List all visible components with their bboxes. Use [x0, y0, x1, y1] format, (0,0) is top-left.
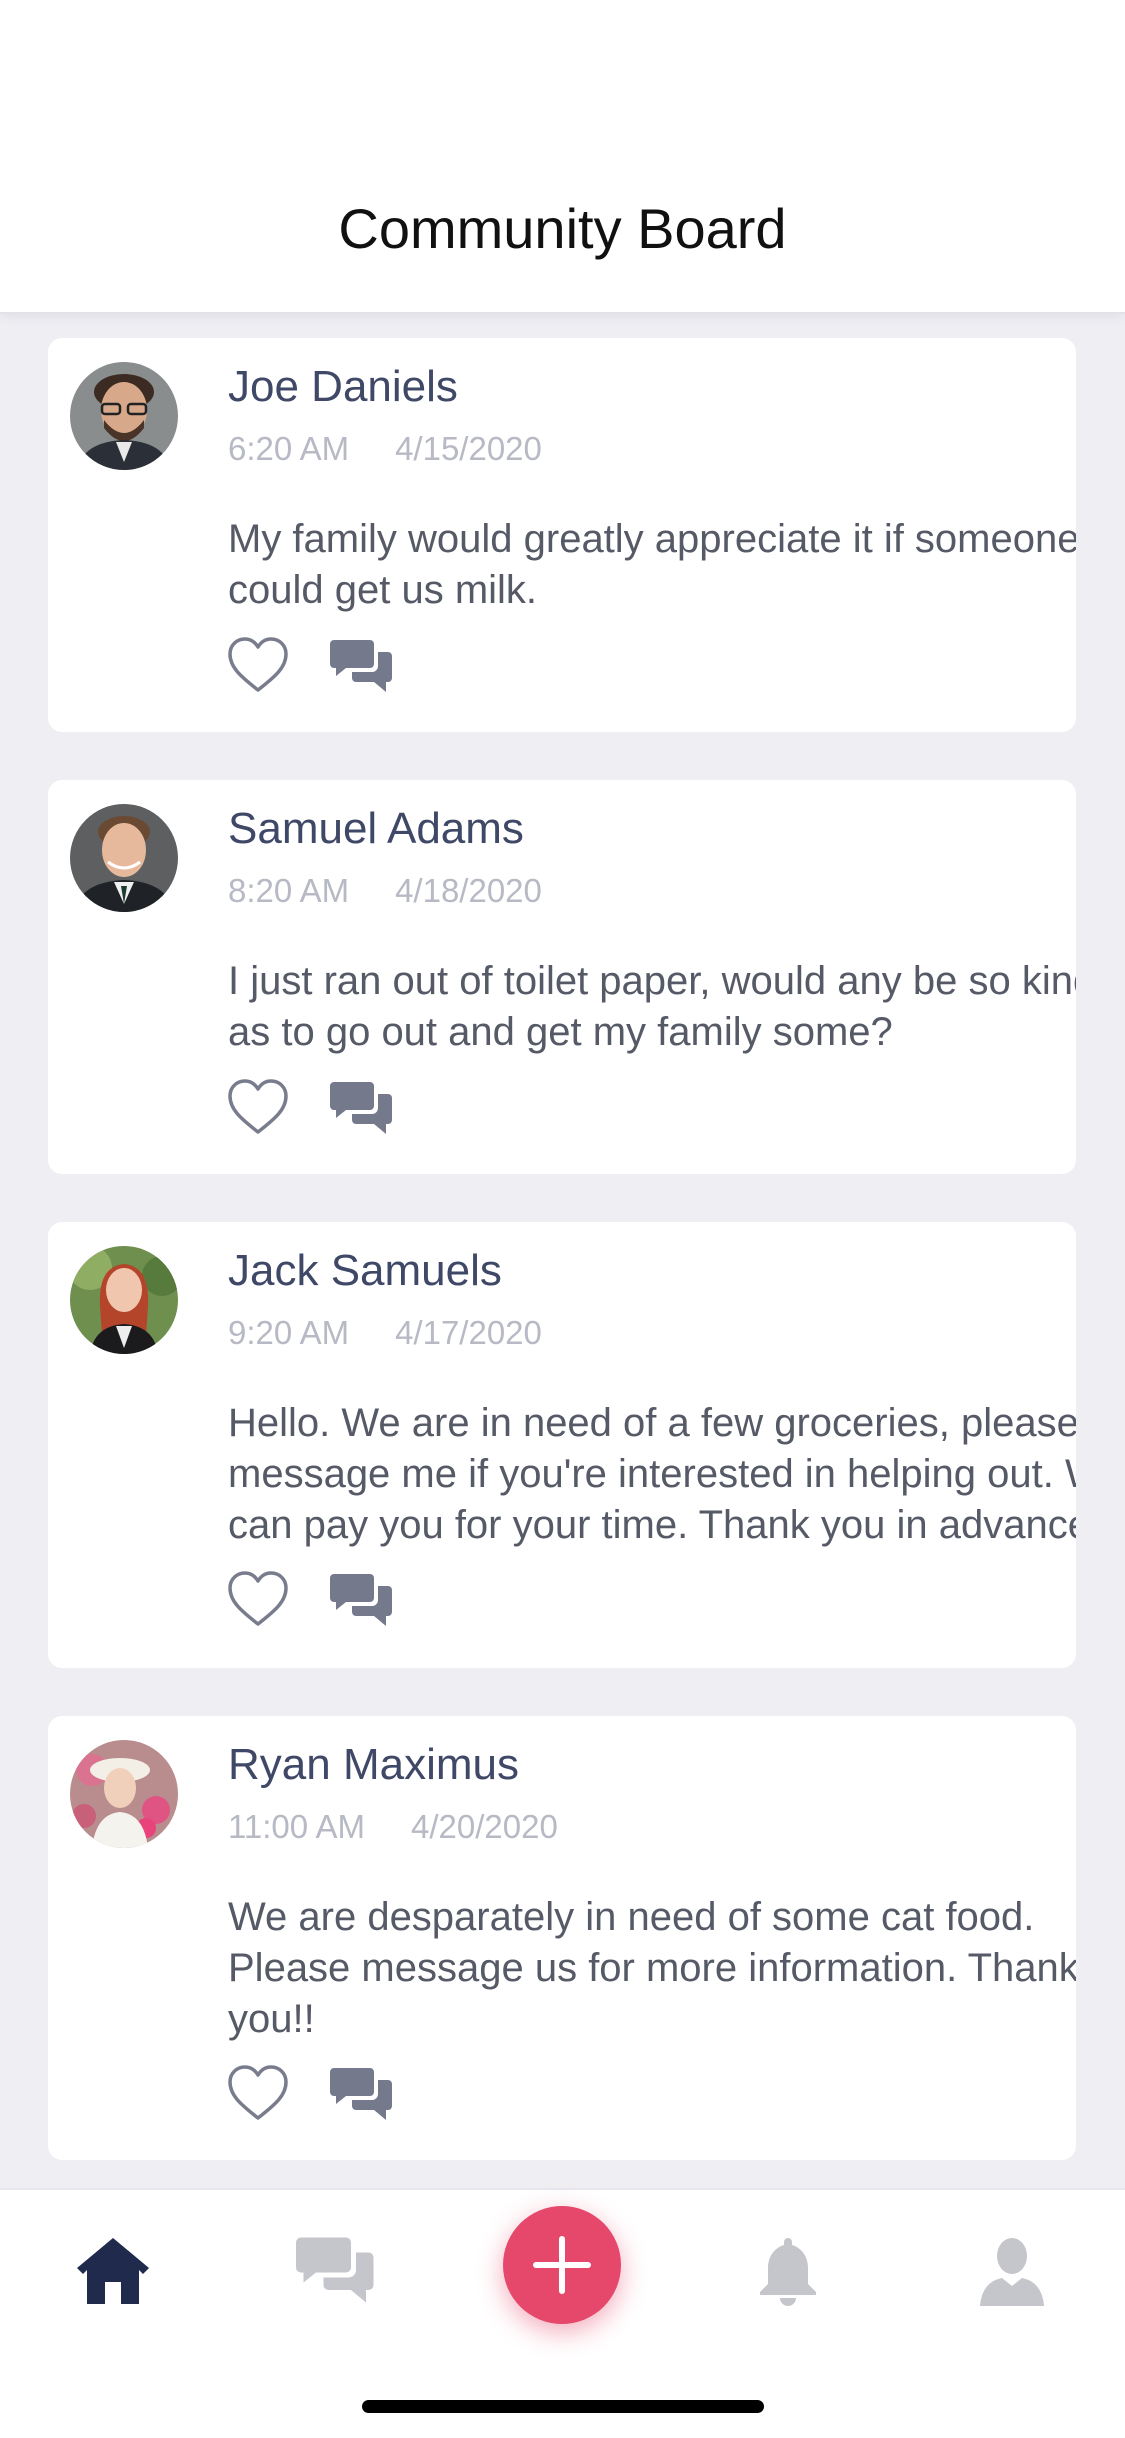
like-button[interactable]	[226, 1076, 290, 1140]
chat-bubbles-icon	[330, 1082, 392, 1134]
avatar[interactable]	[70, 1246, 178, 1354]
post-actions	[226, 1076, 426, 1140]
post-actions	[226, 2062, 426, 2126]
comment-button[interactable]	[330, 2062, 394, 2126]
post-date: 4/17/2020	[395, 1314, 542, 1351]
post-time: 9:20 AM	[228, 1314, 350, 1351]
home-indicator[interactable]	[362, 2400, 764, 2413]
tab-home[interactable]	[73, 2230, 153, 2310]
post-timestamp: 6:20 AM 4/15/2020	[228, 430, 542, 468]
post-timestamp: 9:20 AM 4/17/2020	[228, 1314, 542, 1352]
bell-icon	[760, 2238, 816, 2306]
post-body: My family would greatly appreciate it if…	[228, 517, 1076, 612]
home-icon	[77, 2238, 149, 2304]
post-card[interactable]: Jack Samuels 9:20 AM 4/17/2020 Hello. We …	[48, 1222, 1076, 1668]
post-card[interactable]: Joe Daniels 6:20 AM 4/15/2020 My family w…	[48, 338, 1076, 732]
heart-outline-icon	[228, 1571, 288, 1626]
post-actions	[226, 634, 426, 698]
post-author-name[interactable]: Samuel Adams	[228, 804, 524, 854]
post-actions	[226, 1568, 426, 1632]
heart-outline-icon	[228, 1079, 288, 1134]
post-date: 4/15/2020	[395, 430, 542, 467]
like-button[interactable]	[226, 1568, 290, 1632]
like-button[interactable]	[226, 2062, 290, 2126]
tab-profile[interactable]	[972, 2230, 1052, 2310]
post-timestamp: 8:20 AM 4/18/2020	[228, 872, 542, 910]
avatar[interactable]	[70, 1740, 178, 1848]
post-timestamp: 11:00 AM 4/20/2020	[228, 1808, 558, 1846]
post-author-name[interactable]: Joe Daniels	[228, 362, 458, 412]
chat-bubbles-icon	[330, 1574, 392, 1626]
post-feed[interactable]: Joe Daniels 6:20 AM 4/15/2020 My family w…	[0, 312, 1125, 2188]
post-card[interactable]: Ryan Maximus 11:00 AM 4/20/2020 We are de…	[48, 1716, 1076, 2160]
page-title: Community Board	[338, 197, 787, 260]
post-time: 6:20 AM	[228, 430, 350, 467]
post-time: 8:20 AM	[228, 872, 350, 909]
post-author-name[interactable]: Jack Samuels	[228, 1246, 502, 1296]
post-body: I just ran out of toilet paper, would an…	[228, 959, 1076, 1054]
chat-bubbles-icon	[330, 640, 392, 692]
post-body: We are desparately in need of some cat f…	[228, 1895, 1076, 2041]
avatar[interactable]	[70, 804, 178, 912]
bottom-tab-bar	[0, 2188, 1125, 2438]
post-card[interactable]: Samuel Adams 8:20 AM 4/18/2020 I just ran…	[48, 780, 1076, 1174]
comment-button[interactable]	[330, 1568, 394, 1632]
tab-notifications[interactable]	[748, 2230, 828, 2310]
like-button[interactable]	[226, 634, 290, 698]
chat-bubbles-icon	[330, 2068, 392, 2120]
heart-outline-icon	[228, 2065, 288, 2120]
post-body: Hello. We are in need of a few groceries…	[228, 1401, 1076, 1547]
avatar[interactable]	[70, 362, 178, 470]
chat-bubbles-icon	[296, 2237, 374, 2303]
post-author-name[interactable]: Ryan Maximus	[228, 1740, 519, 1790]
person-icon	[980, 2238, 1044, 2306]
post-date: 4/20/2020	[410, 1808, 558, 1845]
comment-button[interactable]	[330, 1076, 394, 1140]
tab-messages[interactable]	[296, 2230, 376, 2310]
comment-button[interactable]	[330, 634, 394, 698]
post-time: 11:00 AM	[228, 1808, 365, 1845]
heart-outline-icon	[228, 637, 288, 692]
post-date: 4/18/2020	[395, 872, 542, 909]
app-header: Community Board	[0, 0, 1125, 314]
plus-icon	[533, 2236, 591, 2294]
add-post-button[interactable]	[503, 2206, 621, 2324]
